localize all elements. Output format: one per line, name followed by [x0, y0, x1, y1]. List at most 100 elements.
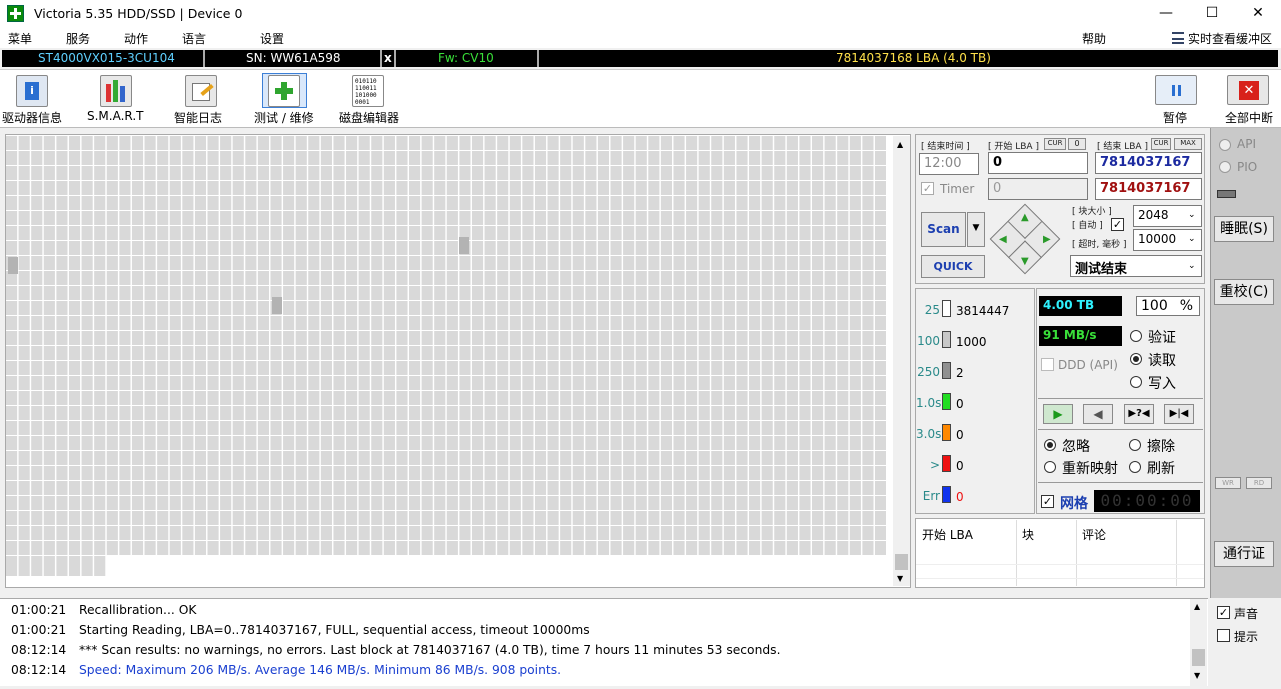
device-serial: SN: WW61A598	[246, 51, 341, 65]
end-lba-max-field[interactable]: 7814037167	[1095, 178, 1202, 200]
timer-checkbox[interactable]: ✓	[921, 182, 934, 195]
scan-map-scrollbar[interactable]: ▲ ▼	[893, 136, 910, 586]
refresh-radio[interactable]	[1129, 461, 1141, 473]
chevron-down-icon[interactable]: ⌄	[1188, 261, 1196, 271]
end-max-button[interactable]: MAX	[1174, 138, 1202, 150]
status-indicator	[1217, 190, 1236, 198]
smart-icon[interactable]	[100, 75, 132, 107]
menu-main[interactable]: 菜单	[8, 30, 32, 47]
scroll-up-icon[interactable]: ▲	[1194, 602, 1200, 611]
maximize-button[interactable]: ☐	[1189, 0, 1235, 28]
sleep-button[interactable]: 睡眠(S)	[1214, 216, 1274, 242]
log-time: 08:12:14	[11, 663, 67, 677]
menu-action[interactable]: 动作	[124, 30, 148, 47]
row-line	[916, 578, 1204, 579]
smart-log-icon[interactable]	[185, 75, 217, 107]
close-button[interactable]: ✕	[1235, 0, 1281, 28]
drive-info-icon[interactable]: i	[16, 75, 48, 107]
recalibrate-button[interactable]: 重校(C)	[1214, 279, 1274, 305]
abort-icon[interactable]: ✕	[1227, 75, 1269, 105]
grid-checkbox[interactable]: ✓	[1041, 495, 1054, 508]
hint-checkbox[interactable]	[1217, 629, 1230, 642]
timer-input[interactable]: 0	[988, 178, 1088, 200]
abort-all-button[interactable]: 全部中断	[1225, 109, 1273, 126]
counter-color-box	[942, 455, 951, 472]
scroll-down-icon[interactable]: ▼	[1194, 671, 1200, 680]
menu-realtime-buffer[interactable]: 实时查看缓冲区	[1188, 30, 1272, 47]
scroll-thumb[interactable]	[1192, 649, 1205, 666]
counter-color-box	[942, 393, 951, 410]
ignore-radio[interactable]	[1044, 439, 1056, 451]
start-zero-button[interactable]: 0	[1068, 138, 1086, 150]
start-cur-button[interactable]: CUR	[1044, 138, 1066, 150]
log-panel: 01:00:21 Recallibration... OK 01:00:21 Star…	[0, 598, 1208, 687]
scroll-up-icon[interactable]: ▲	[897, 140, 903, 149]
column-comment[interactable]: 评论	[1082, 526, 1106, 543]
scroll-down-icon[interactable]: ▼	[897, 574, 903, 583]
auto-checkbox[interactable]: ✓	[1111, 218, 1124, 231]
status-select[interactable]: 测试结束	[1070, 255, 1202, 277]
read-radio[interactable]	[1130, 353, 1142, 365]
sound-checkbox[interactable]: ✓	[1217, 606, 1230, 619]
log-time: 08:12:14	[11, 643, 67, 657]
start-lba-input[interactable]: 0	[988, 152, 1088, 174]
menu-settings[interactable]: 设置	[260, 30, 284, 47]
device-close-x[interactable]: x	[384, 51, 392, 66]
menu-service[interactable]: 服务	[66, 30, 90, 47]
arrow-up-icon[interactable]: ▲	[1021, 212, 1029, 223]
remap-radio[interactable]	[1044, 461, 1056, 473]
arrow-left-icon[interactable]: ◀	[999, 234, 1007, 245]
device-bar	[2, 50, 1278, 67]
reverse-icon[interactable]: ◀	[1083, 404, 1113, 424]
end-time-input[interactable]: 12:00	[919, 153, 979, 175]
api-label: API	[1237, 137, 1256, 151]
erase-radio[interactable]	[1129, 439, 1141, 451]
arrow-down-icon[interactable]: ▼	[1021, 256, 1029, 267]
smart-log-button[interactable]: 智能日志	[174, 109, 222, 126]
pause-icon[interactable]	[1155, 75, 1197, 105]
butterfly-icon[interactable]: ▶|◀	[1164, 404, 1194, 424]
write-radio[interactable]	[1130, 376, 1142, 388]
random-seek-icon[interactable]: ▶?◀	[1124, 404, 1154, 424]
buffer-icon	[1172, 32, 1184, 44]
play-icon[interactable]: ▶	[1043, 404, 1073, 424]
chevron-down-icon[interactable]: ⌄	[1188, 234, 1196, 244]
column-start-lba[interactable]: 开始 LBA	[922, 526, 973, 543]
rd-indicator: RD	[1246, 477, 1272, 489]
scroll-thumb[interactable]	[895, 554, 908, 570]
menu-help[interactable]: 帮助	[1082, 30, 1106, 47]
ddd-label: DDD (API)	[1058, 358, 1118, 372]
elapsed-timer: 00:00:00	[1094, 490, 1200, 512]
end-cur-button[interactable]: CUR	[1151, 138, 1171, 150]
counter-label: >	[929, 458, 940, 472]
log-scrollbar[interactable]: ▲ ▼	[1190, 599, 1207, 687]
api-radio[interactable]	[1219, 139, 1231, 151]
end-lba-label: [ 结束 LBA ]	[1097, 142, 1148, 152]
pio-radio[interactable]	[1219, 161, 1231, 173]
auto-label: [ 自动 ]	[1072, 221, 1103, 231]
smart-button[interactable]: S.M.A.R.T	[87, 109, 143, 123]
chevron-down-icon[interactable]: ⌄	[1188, 210, 1196, 220]
passport-button[interactable]: 通行证	[1214, 541, 1274, 567]
scan-button[interactable]: Scan	[921, 212, 966, 247]
arrow-right-icon[interactable]: ▶	[1043, 234, 1051, 245]
log-time: 01:00:21	[11, 603, 67, 617]
menu-language[interactable]: 语言	[182, 30, 206, 47]
disk-editor-button[interactable]: 磁盘编辑器	[339, 109, 399, 126]
scan-dropdown-icon[interactable]: ▼	[967, 212, 985, 247]
end-lba-input[interactable]: 7814037167	[1095, 152, 1202, 174]
remap-label: 重新映射	[1062, 461, 1118, 477]
ddd-checkbox[interactable]	[1041, 358, 1054, 371]
minimize-button[interactable]: —	[1143, 0, 1189, 28]
test-repair-button[interactable]: 测试 / 维修	[254, 109, 314, 126]
column-block[interactable]: 块	[1022, 526, 1034, 543]
device-firmware: Fw: CV10	[438, 51, 494, 65]
counter-color-box	[942, 486, 951, 503]
counter-color-box	[942, 331, 951, 348]
quick-button[interactable]: QUICK	[921, 255, 985, 278]
pause-button[interactable]: 暂停	[1163, 109, 1187, 126]
drive-info-button[interactable]: 驱动器信息	[2, 109, 62, 126]
disk-editor-icon[interactable]: 010110 110011 101000 0001	[352, 75, 384, 107]
verify-radio[interactable]	[1130, 330, 1142, 342]
test-repair-icon[interactable]	[268, 75, 300, 107]
